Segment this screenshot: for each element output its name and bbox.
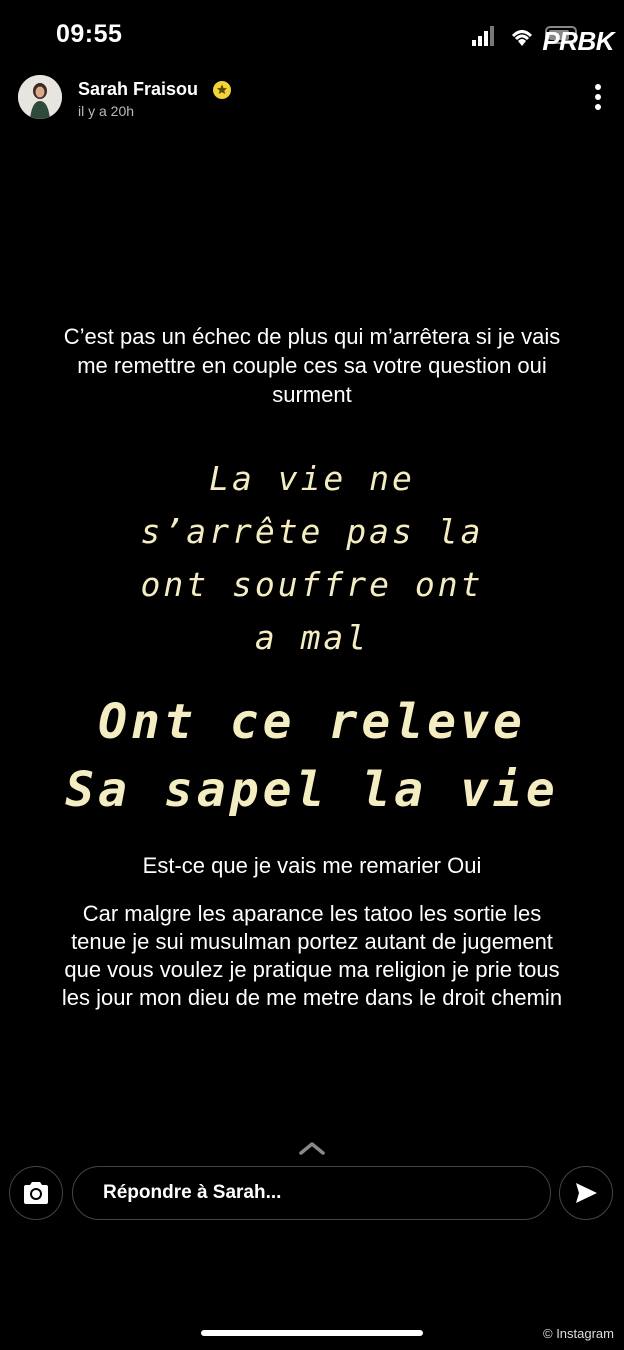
wifi-icon <box>511 30 533 46</box>
signal-icon <box>472 26 494 46</box>
quote-line: Sa sapel la vie <box>65 762 559 818</box>
caption-line: surment <box>272 382 352 407</box>
camera-button[interactable] <box>9 1166 63 1220</box>
story-caption-top: C’est pas un échec de plus qui m’arrêter… <box>0 322 624 409</box>
caption-line: les jour mon dieu de me metre dans le dr… <box>61 985 563 1010</box>
question-line: Est-ce que je vais me remarier Oui <box>142 853 482 878</box>
send-icon <box>576 1183 597 1203</box>
caption-line: tenue je sui musulman portez autant de j… <box>71 929 553 954</box>
story-question: Est-ce que je vais me remarier Oui <box>0 852 624 880</box>
profile-name[interactable]: Sarah Fraisou <box>78 79 198 100</box>
story-timestamp: il y a 20h <box>78 103 135 119</box>
avatar-image <box>18 75 62 119</box>
caption-line: que vous voulez je pratique ma religion … <box>64 957 560 982</box>
home-indicator[interactable] <box>201 1330 423 1336</box>
verified-badge-icon <box>213 81 231 99</box>
quote-line: a mal <box>254 618 370 657</box>
story-caption-bottom: Car malgre les aparance les tatoo les so… <box>0 900 624 1012</box>
watermark-logo: PRBK <box>542 26 614 56</box>
story-header: Sarah Fraisou il y a 20h <box>18 75 578 123</box>
status-bar: 09:55 PRBK <box>0 0 624 70</box>
image-credit: © Instagram <box>543 1326 614 1341</box>
story-quote-large: Ont ce releve Sa sapel la vie <box>0 688 624 824</box>
reply-input[interactable]: Répondre à Sarah... <box>72 1166 551 1220</box>
quote-line: ont souffre ont <box>140 565 484 604</box>
quote-line: Ont ce releve <box>98 694 526 750</box>
caption-line: Car malgre les aparance les tatoo les so… <box>82 901 542 926</box>
caption-line: C’est pas un échec de plus qui m’arrêter… <box>63 324 561 349</box>
camera-icon <box>24 1182 48 1204</box>
status-time: 09:55 <box>56 20 123 48</box>
reply-placeholder: Répondre à Sarah... <box>103 1182 282 1203</box>
quote-line: La vie ne <box>209 459 415 498</box>
avatar[interactable] <box>18 75 62 119</box>
chevron-up-icon[interactable] <box>298 1140 326 1156</box>
caption-line: me remettre en couple ces sa votre quest… <box>77 353 547 378</box>
quote-line: s’arrête pas la <box>140 512 484 551</box>
send-button[interactable] <box>559 1166 613 1220</box>
story-quote-small: La vie ne s’arrête pas la ont souffre on… <box>0 452 624 664</box>
more-options-icon[interactable] <box>590 83 606 113</box>
